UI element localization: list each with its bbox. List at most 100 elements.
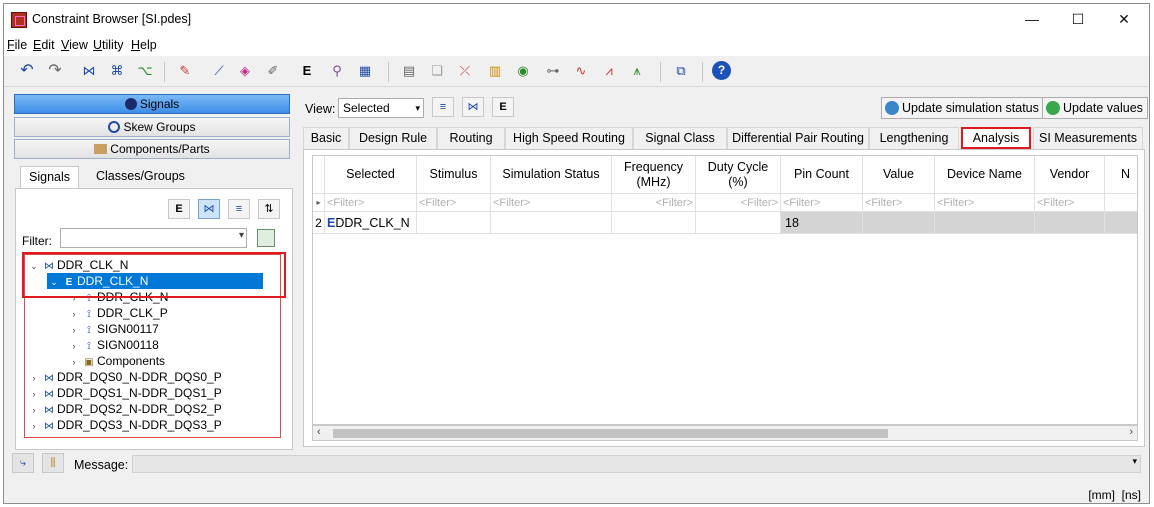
horizontal-scrollbar[interactable]: ‹ ›: [312, 425, 1138, 441]
tab-differential-pair-routing[interactable]: Differential Pair Routing: [727, 127, 869, 149]
signals-stack-button[interactable]: Signals: [14, 94, 290, 114]
redo-icon[interactable]: ↷: [46, 62, 64, 80]
tab-design-rule[interactable]: Design Rule: [349, 127, 437, 149]
tree-item[interactable]: › ⟟ DDR_CLK_P: [67, 305, 168, 321]
filter-cell[interactable]: <Filter>: [863, 194, 935, 212]
filter-cell[interactable]: <Filter>: [935, 194, 1035, 212]
menu-utility[interactable]: Utility: [93, 38, 124, 52]
table-cell-simulation-status[interactable]: [491, 212, 612, 234]
pencil-icon[interactable]: ✐: [264, 62, 282, 80]
chevron-right-icon[interactable]: ›: [67, 306, 81, 322]
chevron-down-icon[interactable]: ▾: [415, 99, 420, 117]
list-icon[interactable]: ≡: [432, 97, 454, 117]
menu-view[interactable]: View: [61, 38, 88, 52]
waveform-icon[interactable]: ∿: [572, 62, 590, 80]
tree-item[interactable]: › ⋈ DDR_DQS2_N-DDR_DQS2_P: [27, 401, 222, 417]
window-layout-icon[interactable]: ⧉: [672, 62, 690, 80]
tree-item[interactable]: › ⟟ SIGN00117: [67, 321, 159, 337]
column-header-selected[interactable]: Selected: [325, 156, 417, 194]
apply-filter-icon[interactable]: [257, 229, 275, 247]
column-header-vendor[interactable]: Vendor: [1035, 156, 1105, 194]
filter-cell[interactable]: <Filter>: [696, 194, 781, 212]
minimize-button[interactable]: —: [1009, 6, 1055, 32]
chevron-right-icon[interactable]: ›: [67, 354, 81, 370]
table-row-selected-cell[interactable]: EDDR_CLK_N: [325, 212, 417, 234]
menu-file[interactable]: File: [7, 38, 27, 52]
palette-icon[interactable]: ◈: [236, 62, 254, 80]
extended-net-icon[interactable]: E: [492, 97, 514, 117]
chevron-down-icon[interactable]: ▾: [239, 230, 244, 241]
chevron-right-icon[interactable]: ›: [27, 402, 41, 418]
tab-classes-groups[interactable]: Classes/Groups: [88, 166, 193, 188]
tab-high-speed-routing[interactable]: High Speed Routing: [505, 127, 633, 149]
table-cell-value[interactable]: [863, 212, 935, 234]
table-cell-vendor[interactable]: [1035, 212, 1105, 234]
menu-help[interactable]: Help: [131, 38, 157, 52]
chevron-right-icon[interactable]: ›: [27, 418, 41, 434]
tab-lengthening[interactable]: Lengthening: [869, 127, 959, 149]
filter-cell[interactable]: <Filter>: [781, 194, 863, 212]
diff-pair-icon[interactable]: ⋈: [80, 62, 98, 80]
column-header-simulation-status[interactable]: Simulation Status: [491, 156, 612, 194]
sort-icon[interactable]: ⇅: [258, 199, 280, 219]
bus-icon[interactable]: ⌥: [136, 62, 154, 80]
diff-pair-icon[interactable]: ⋈: [462, 97, 484, 117]
tab-basic[interactable]: Basic: [303, 127, 349, 149]
column-header-stimulus[interactable]: Stimulus: [417, 156, 491, 194]
maximize-button[interactable]: ☐: [1055, 6, 1101, 32]
column-header-duty-cycle[interactable]: Duty Cycle (%): [696, 156, 781, 194]
delete-net-icon[interactable]: ⤫: [456, 62, 474, 80]
route-icon[interactable]: ✎: [176, 62, 194, 80]
table-cell-device-name[interactable]: [935, 212, 1035, 234]
view-select[interactable]: Selected ▾: [338, 98, 424, 118]
help-icon[interactable]: ?: [712, 61, 731, 80]
filter-cell[interactable]: <Filter>: [491, 194, 612, 212]
chevron-down-icon[interactable]: ▾: [1132, 456, 1137, 467]
tab-signal-class[interactable]: Signal Class: [633, 127, 727, 149]
filter-cell[interactable]: <Filter>: [417, 194, 491, 212]
waveform-alt-icon[interactable]: ⩚: [628, 62, 646, 80]
tuning-icon[interactable]: ⫼: [42, 453, 64, 473]
filter-cell[interactable]: <Filter>: [1035, 194, 1105, 212]
chart-edit-icon[interactable]: ⟋: [210, 62, 228, 80]
extended-net-icon[interactable]: E: [168, 199, 190, 219]
link-icon[interactable]: ⤷: [12, 453, 34, 473]
update-simulation-status-button[interactable]: Update simulation status: [881, 97, 1044, 119]
column-header-device-name[interactable]: Device Name: [935, 156, 1035, 194]
components-stack-button[interactable]: Components/Parts: [14, 139, 290, 159]
net-icon[interactable]: ⌘: [108, 62, 126, 80]
tree-item[interactable]: › ⋈ DDR_DQS1_N-DDR_DQS1_P: [27, 385, 222, 401]
extended-net-icon[interactable]: E: [298, 62, 316, 80]
filter-cell[interactable]: <Filter>: [325, 194, 417, 212]
chevron-right-icon[interactable]: ›: [67, 338, 81, 354]
save-grid-icon[interactable]: ▦: [356, 62, 374, 80]
chevron-right-icon[interactable]: ›: [67, 322, 81, 338]
tree-item[interactable]: › ▣ Components: [67, 353, 166, 370]
tab-analysis[interactable]: Analysis: [961, 127, 1031, 149]
update-values-button[interactable]: Update values: [1042, 97, 1148, 119]
chart-icon[interactable]: ▥: [486, 62, 504, 80]
probe-icon[interactable]: ⚲: [328, 62, 346, 80]
scrollbar-thumb[interactable]: [333, 429, 888, 438]
table-cell-n[interactable]: [1105, 212, 1137, 234]
chevron-left-icon[interactable]: ‹: [317, 426, 321, 438]
column-header-value[interactable]: Value: [863, 156, 935, 194]
table-cell-pin-count[interactable]: 18: [781, 212, 863, 234]
diff-pair-icon[interactable]: ⋈: [198, 199, 220, 219]
copy-icon[interactable]: ❏: [428, 62, 446, 80]
column-header-n[interactable]: N: [1105, 156, 1137, 194]
chevron-right-icon[interactable]: ›: [1129, 426, 1133, 438]
chevron-right-icon[interactable]: ›: [27, 386, 41, 402]
table-cell-duty-cycle[interactable]: [696, 212, 781, 234]
message-field[interactable]: ▾: [132, 455, 1141, 473]
document-icon[interactable]: ▤: [400, 62, 418, 80]
filter-input[interactable]: ▾: [60, 228, 247, 248]
column-header-frequency[interactable]: Frequency (MHz): [612, 156, 696, 194]
close-button[interactable]: ✕: [1101, 6, 1147, 32]
undo-icon[interactable]: ↶: [18, 62, 36, 80]
skew-groups-stack-button[interactable]: Skew Groups: [14, 117, 290, 137]
tree-item[interactable]: › ⟟ SIGN00118: [67, 337, 159, 353]
tab-si-measurements[interactable]: SI Measurements: [1033, 127, 1143, 149]
column-header-pin-count[interactable]: Pin Count: [781, 156, 863, 194]
tab-routing[interactable]: Routing: [437, 127, 505, 149]
